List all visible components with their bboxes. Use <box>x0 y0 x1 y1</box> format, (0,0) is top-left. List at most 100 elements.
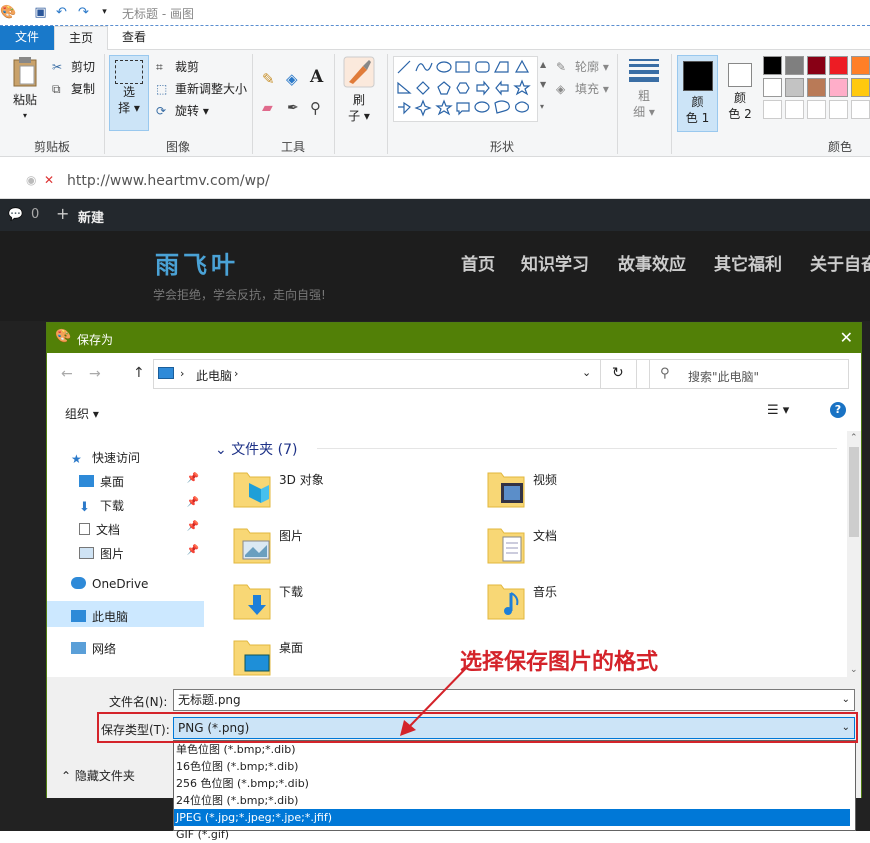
color-swatch[interactable] <box>807 78 826 97</box>
option-gif[interactable]: GIF (*.gif) <box>176 826 229 843</box>
desktop-label: 桌面 <box>100 475 125 489</box>
text-tool-icon[interactable]: A <box>310 67 323 87</box>
paste-button[interactable]: 粘贴 ▾ <box>8 56 42 124</box>
folders-header[interactable]: ⌄ 文件夹 (7) <box>215 439 297 459</box>
option-mono-bmp[interactable]: 单色位图 (*.bmp;*.dib) <box>176 741 295 758</box>
new-link[interactable]: 新建 <box>78 207 104 226</box>
site-logo[interactable]: 雨飞叶 <box>155 245 239 280</box>
nav-downloads[interactable]: ⬇ 下载 📌 <box>79 497 201 515</box>
document-icon <box>79 523 90 535</box>
cut-button[interactable]: ✂ 剪切 <box>52 58 95 76</box>
refresh-button[interactable]: ↻ <box>600 359 637 389</box>
close-icon[interactable]: ✕ <box>840 328 853 347</box>
color-picker-icon[interactable]: ✒ <box>287 100 299 116</box>
nav-desktop[interactable]: 桌面 📌 <box>79 473 201 490</box>
magnifier-icon[interactable]: ⚲ <box>310 99 321 117</box>
customize-qat-icon[interactable]: ▾ <box>97 5 112 20</box>
color-swatch[interactable] <box>785 56 804 75</box>
rotate-button[interactable]: ⟳ 旋转 ▾ <box>156 102 209 120</box>
nav-quick-access[interactable]: ★ 快速访问 <box>71 449 140 466</box>
save-icon[interactable]: ▣ <box>33 5 48 20</box>
filename-field[interactable]: 无标题.png ⌄ <box>173 689 855 711</box>
option-256-bmp[interactable]: 256 色位图 (*.bmp;*.dib) <box>176 775 309 792</box>
tab-home[interactable]: 主页 <box>54 26 108 51</box>
folder-videos[interactable]: 视频 <box>487 465 727 513</box>
scroll-down-icon[interactable]: ⌄ <box>850 665 858 675</box>
forward-icon[interactable]: → <box>89 366 101 382</box>
option-16-bmp[interactable]: 16色位图 (*.bmp;*.dib) <box>176 758 298 775</box>
color-swatch[interactable] <box>763 78 782 97</box>
nav-network[interactable]: 网络 <box>71 640 116 657</box>
help-icon[interactable]: ? <box>830 402 846 418</box>
nav-home[interactable]: 首页 <box>461 250 495 275</box>
scroll-up-icon[interactable]: ⌃ <box>850 433 858 443</box>
scrollbar[interactable]: ⌃ ⌄ <box>847 431 861 681</box>
option-jpeg[interactable]: JPEG (*.jpg;*.jpeg;*.jpe;*.jfif) <box>174 809 850 826</box>
search-input[interactable]: ⚲ 搜索"此电脑" <box>649 359 849 389</box>
back-icon[interactable]: ← <box>61 366 73 382</box>
folder-pictures[interactable]: 图片 <box>233 521 473 569</box>
fill-button[interactable]: ◈ 填充 ▾ <box>556 80 609 98</box>
url-text[interactable]: http://www.heartmv.com/wp/ <box>67 173 270 189</box>
color1-button[interactable]: 颜 色 1 <box>677 55 718 132</box>
up-icon[interactable]: ↑ <box>133 365 145 381</box>
window-title: 无标题 - 画图 <box>122 7 194 21</box>
eraser-icon[interactable]: ▰ <box>262 100 273 116</box>
redo-icon[interactable]: ↷ <box>76 5 91 20</box>
nav-this-pc[interactable]: 此电脑 <box>71 608 128 625</box>
undo-icon[interactable]: ↶ <box>54 5 69 20</box>
color-swatch[interactable] <box>807 56 826 75</box>
outline-button[interactable]: ✎ 轮廓 ▾ <box>556 58 609 76</box>
folder-music[interactable]: 音乐 <box>487 577 727 625</box>
scroll-up-icon[interactable]: ▲ <box>540 60 546 69</box>
hide-folders-button[interactable]: ⌃ 隐藏文件夹 <box>61 767 135 784</box>
brushes-button[interactable]: 刷 子 ▾ <box>342 56 376 124</box>
size-button[interactable]: 粗 细 ▾ <box>624 56 664 120</box>
select-button[interactable]: 选 择 ▾ <box>109 55 149 131</box>
comment-icon[interactable]: 💬 <box>8 207 23 221</box>
scroll-thumb[interactable] <box>849 447 859 537</box>
color-swatch[interactable] <box>829 56 848 75</box>
option-24-bmp[interactable]: 24位位图 (*.bmp;*.dib) <box>176 792 298 809</box>
tab-view[interactable]: 查看 <box>110 26 158 50</box>
dialog-title: 保存为 <box>77 333 114 347</box>
chevron-down-icon[interactable]: ⌄ <box>582 366 591 379</box>
copy-button[interactable]: ⧉ 复制 <box>52 80 95 98</box>
pictures-label: 图片 <box>100 547 125 561</box>
custom-color-swatch[interactable] <box>829 100 848 119</box>
fill-bucket-icon[interactable]: ◈ <box>286 70 298 88</box>
folder-3d-objects[interactable]: 3D 对象 <box>233 465 473 513</box>
more-shapes-icon[interactable]: ▾ <box>540 102 544 111</box>
custom-color-swatch[interactable] <box>851 100 870 119</box>
nav-welfare[interactable]: 其它福利 <box>714 250 782 275</box>
nav-stories[interactable]: 故事效应 <box>618 250 686 275</box>
folder-downloads[interactable]: 下载 <box>233 577 473 625</box>
custom-color-swatch[interactable] <box>807 100 826 119</box>
nav-onedrive[interactable]: OneDrive <box>71 577 148 591</box>
nav-pictures[interactable]: 图片 📌 <box>79 545 201 562</box>
color-swatch[interactable] <box>851 78 870 97</box>
scroll-down-icon[interactable]: ▼ <box>540 80 546 89</box>
nav-documents[interactable]: 文档 📌 <box>79 521 201 538</box>
color-swatch[interactable] <box>829 78 848 97</box>
custom-color-swatch[interactable] <box>785 100 804 119</box>
color-swatch[interactable] <box>851 56 870 75</box>
nav-knowledge[interactable]: 知识学习 <box>521 250 589 275</box>
address-box[interactable]: › 此电脑 › ⌄ <box>153 359 650 389</box>
computer-icon <box>71 610 86 622</box>
view-icon[interactable]: ☰ ▾ <box>767 403 789 418</box>
folder-documents[interactable]: 文档 <box>487 521 727 569</box>
plus-icon[interactable]: + <box>56 204 69 223</box>
brush-label-top: 刷 <box>352 93 365 107</box>
nav-about[interactable]: 关于自奋 <box>810 250 870 275</box>
crop-button[interactable]: ⌗ 裁剪 <box>156 58 199 76</box>
organize-button[interactable]: 组织 ▾ <box>65 405 99 422</box>
custom-color-swatch[interactable] <box>763 100 782 119</box>
color-swatch[interactable] <box>763 56 782 75</box>
resize-button[interactable]: ⬚ 重新调整大小 <box>156 80 247 98</box>
color-swatch[interactable] <box>785 78 804 97</box>
color2-button[interactable]: 颜 色 2 <box>722 55 758 122</box>
shapes-gallery[interactable] <box>393 56 538 122</box>
tab-file[interactable]: 文件 <box>0 26 54 50</box>
pencil-icon[interactable]: ✎ <box>262 70 275 88</box>
